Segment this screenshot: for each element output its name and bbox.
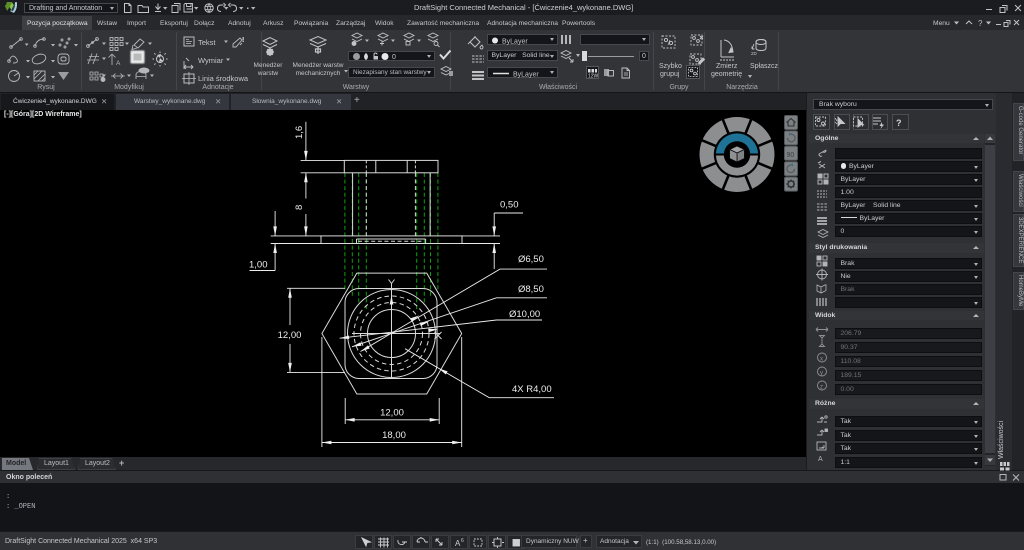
svg-text:Ø10,00: Ø10,00 <box>509 309 540 320</box>
svg-text:12,00: 12,00 <box>278 330 302 341</box>
svg-text:2D: 2D <box>751 51 758 56</box>
svg-text:0,50: 0,50 <box>500 200 519 211</box>
svg-text:1,00: 1,00 <box>249 260 268 271</box>
svg-text:Menedżer: Menedżer <box>254 62 284 69</box>
svg-text:z: z <box>820 385 823 391</box>
svg-text:Linia środkowa: Linia środkowa <box>198 74 249 83</box>
svg-text:A: A <box>818 456 823 463</box>
svg-text:0: 0 <box>392 54 396 61</box>
svg-text:ByLayer: ByLayer <box>513 71 539 78</box>
svg-text:mechanicznych: mechanicznych <box>296 70 341 77</box>
svg-text:Wymiar: Wymiar <box>198 56 224 65</box>
svg-text:12W: 12W <box>588 73 599 79</box>
svg-text:90: 90 <box>787 152 795 159</box>
svg-text:y: y <box>820 371 823 377</box>
svg-text:Menedżer warstw: Menedżer warstw <box>293 62 344 69</box>
svg-text:warstw: warstw <box>257 70 279 77</box>
svg-text:Ø8,50: Ø8,50 <box>518 284 544 295</box>
svg-text:x: x <box>820 357 823 363</box>
svg-text:?: ? <box>978 19 983 28</box>
svg-text:1,6: 1,6 <box>294 126 305 139</box>
svg-text:A: A <box>116 60 121 67</box>
svg-text:6: 6 <box>461 538 464 544</box>
svg-text:Tekst: Tekst <box>198 38 216 47</box>
svg-text:?: ? <box>896 118 902 128</box>
svg-text:4X R4,00: 4X R4,00 <box>512 384 552 395</box>
svg-text:12,00: 12,00 <box>380 408 404 419</box>
svg-text:18,00: 18,00 <box>382 430 406 441</box>
svg-text:!: ! <box>242 37 244 44</box>
svg-text:8: 8 <box>294 205 305 210</box>
svg-text:Ø6,50: Ø6,50 <box>518 254 544 265</box>
svg-text:ByLayer: ByLayer <box>502 38 528 45</box>
